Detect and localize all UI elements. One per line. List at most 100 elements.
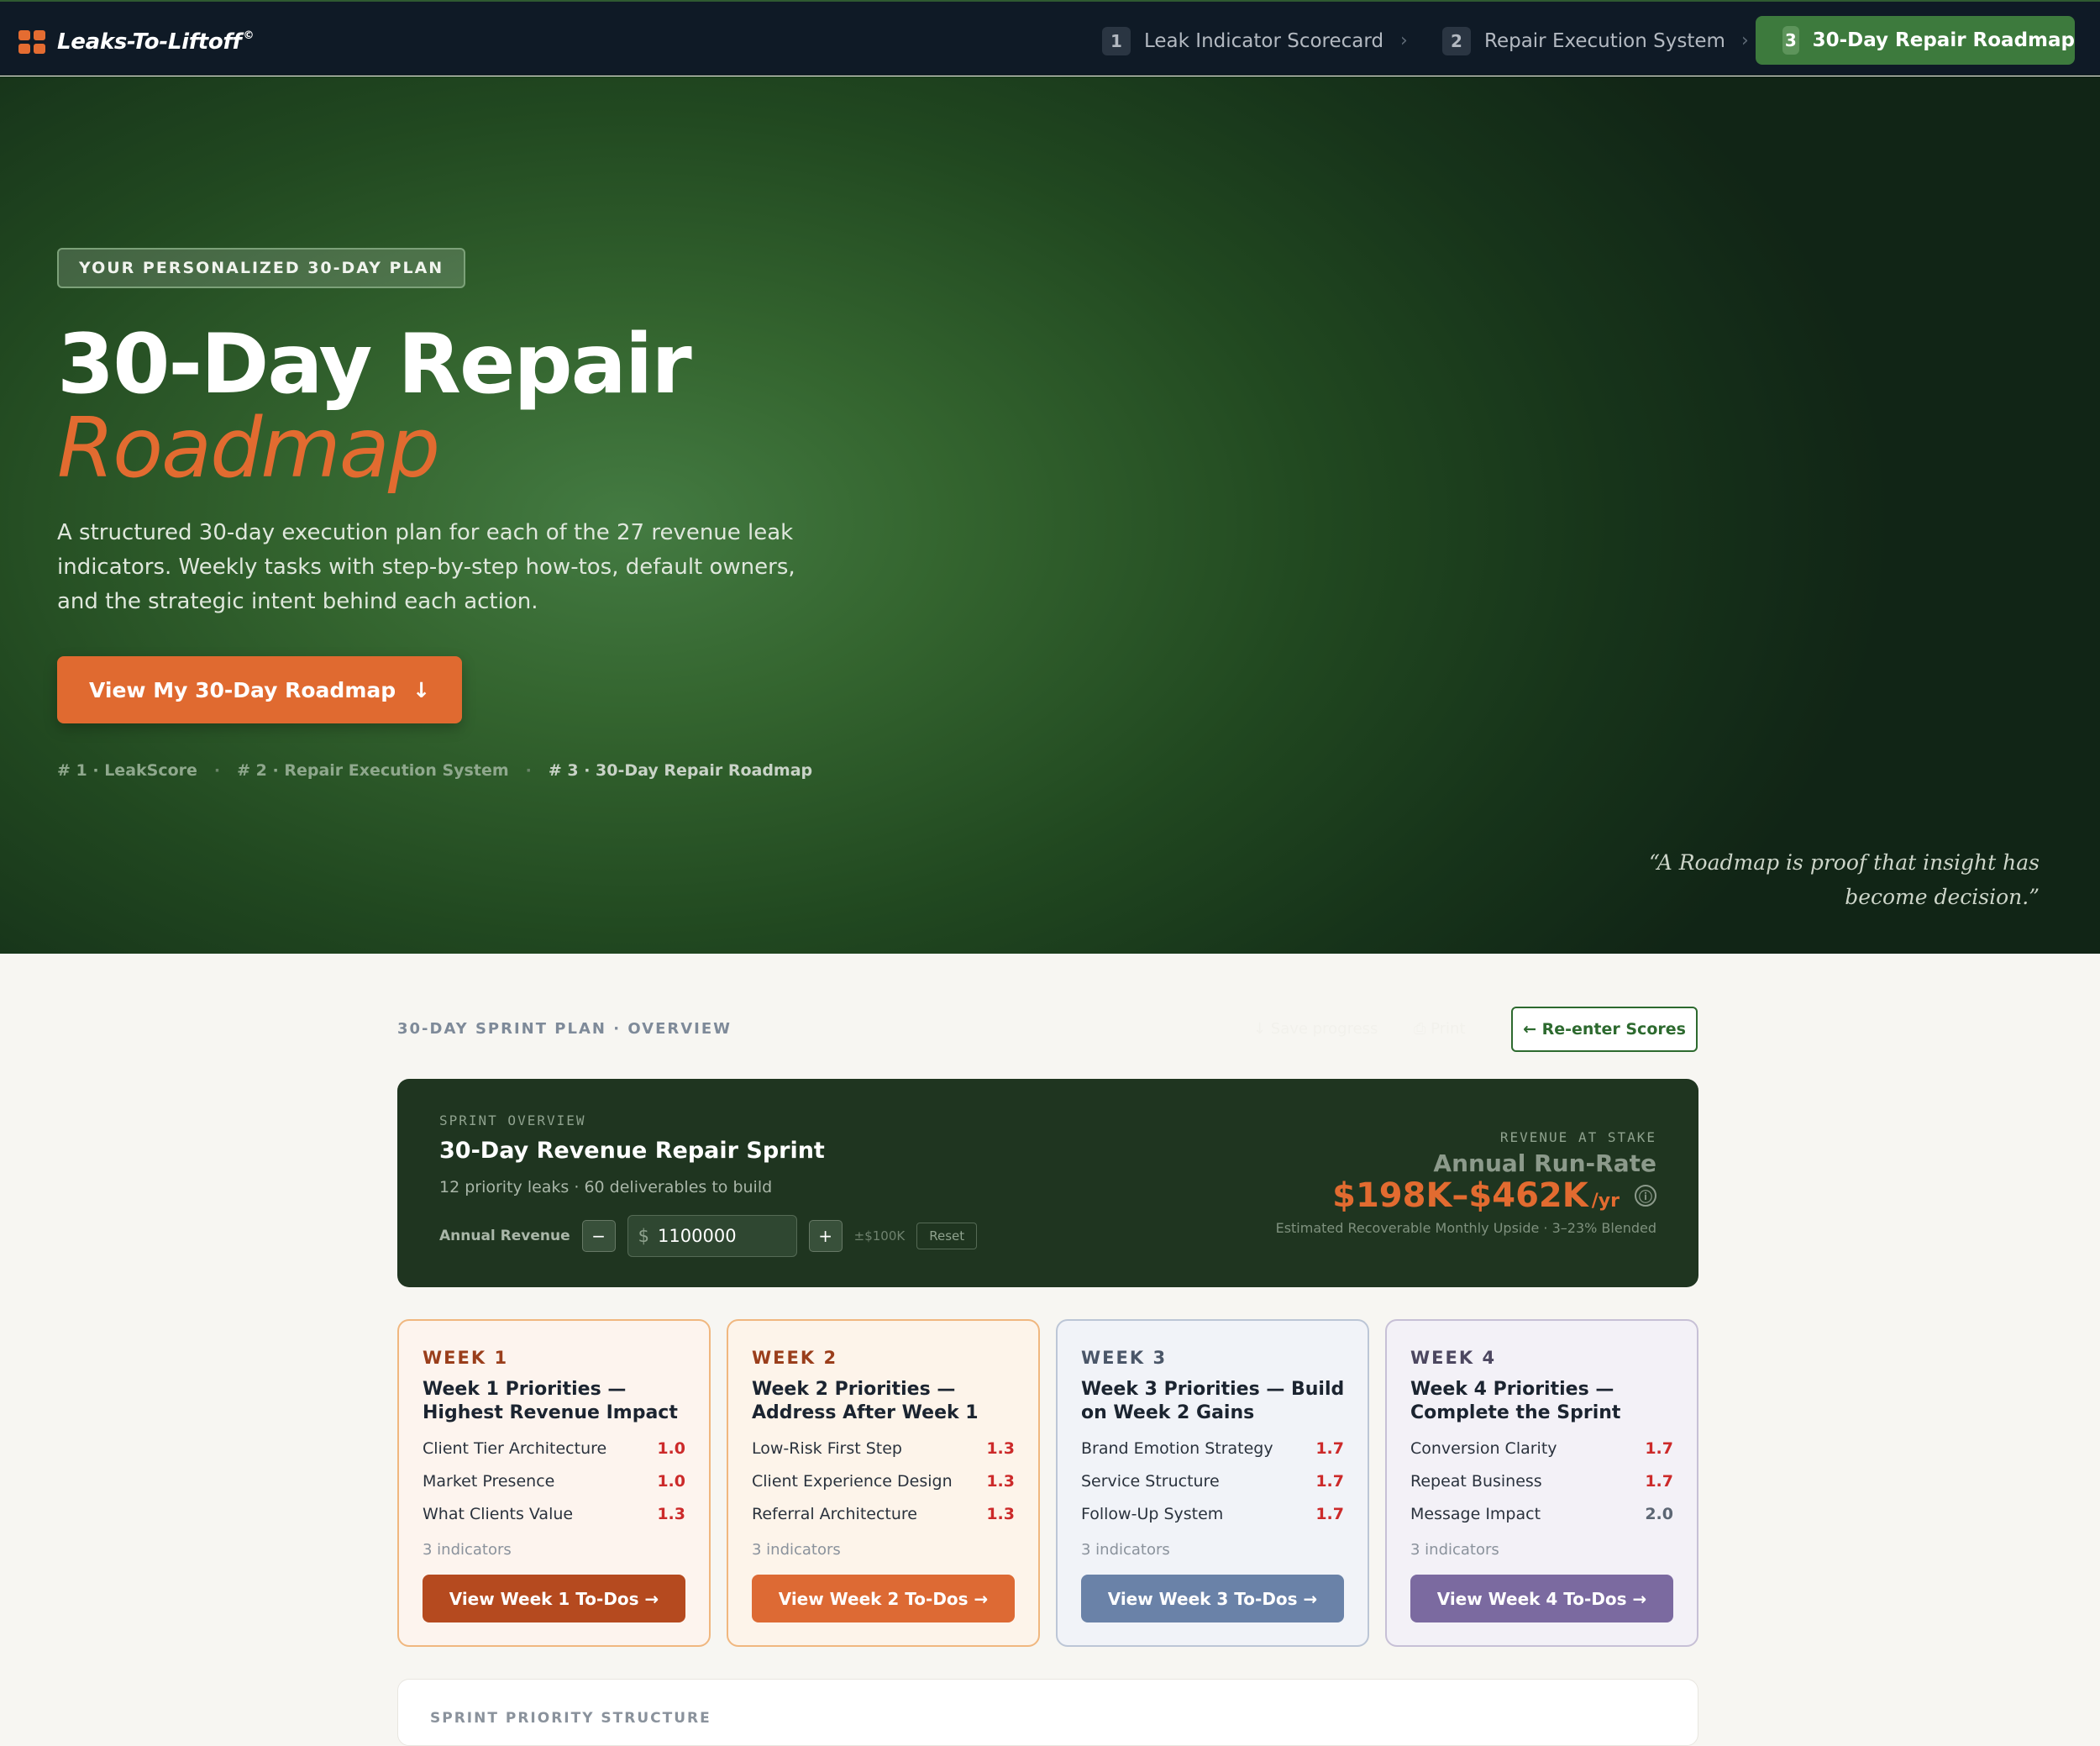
- hero-description: A structured 30-day execution plan for e…: [57, 520, 795, 614]
- week-3-card: WEEK 3 Week 3 Priorities — Build on Week…: [1056, 1319, 1369, 1647]
- indicator-row: Brand Emotion Strategy 1.7: [1081, 1432, 1344, 1465]
- indicator-score: 1.7: [1315, 1504, 1344, 1523]
- indicator-name: Service Structure: [1081, 1471, 1220, 1491]
- indicator-list: Client Tier Architecture 1.0 Market Prese…: [423, 1432, 685, 1530]
- indicator-name: Referral Architecture: [752, 1504, 917, 1523]
- view-roadmap-button[interactable]: View My 30-Day Roadmap ↓: [57, 656, 463, 723]
- arrow-down-icon: ↓: [412, 677, 431, 702]
- indicator-list: Low-Risk First Step 1.3 Client Experience…: [752, 1432, 1015, 1530]
- nav-step-repair-system[interactable]: 2 Repair Execution System: [1442, 20, 1725, 62]
- revenue-label: Annual Revenue: [439, 1228, 570, 1244]
- week-title: Week 2 Priorities — Address After Week 1: [752, 1379, 979, 1423]
- decrement-revenue-button[interactable]: −: [581, 1220, 616, 1252]
- indicator-score: 1.3: [986, 1504, 1015, 1523]
- week-label: WEEK 3: [1081, 1348, 1168, 1368]
- indicator-row: Client Experience Design 1.3: [752, 1465, 1015, 1497]
- annual-revenue-input[interactable]: $ 1100000: [627, 1215, 797, 1257]
- increment-revenue-button[interactable]: +: [808, 1220, 843, 1252]
- chevron-right-icon: ›: [1400, 30, 1408, 51]
- revenue-at-stake-value: $198K–$462K /yr ⓘ: [1332, 1176, 1656, 1215]
- indicator-name: Client Tier Architecture: [423, 1438, 607, 1458]
- step-number: 2: [1442, 27, 1471, 55]
- chevron-right-icon: ›: [1741, 30, 1749, 51]
- save-progress-link[interactable]: ↓ Save progress: [1253, 1020, 1378, 1038]
- indicator-score: 1.3: [657, 1504, 685, 1523]
- indicator-row: Client Tier Architecture 1.0: [423, 1432, 685, 1465]
- indicator-name: Conversion Clarity: [1410, 1438, 1557, 1458]
- indicator-name: Repeat Business: [1410, 1471, 1542, 1491]
- revenue-value: 1100000: [658, 1226, 737, 1246]
- week-2-card: WEEK 2 Week 2 Priorities — Address After…: [727, 1319, 1040, 1647]
- reset-button[interactable]: Reset: [916, 1223, 978, 1249]
- indicator-name: Brand Emotion Strategy: [1081, 1438, 1273, 1458]
- indicator-count: 3 indicators: [423, 1541, 512, 1559]
- breadcrumb-item-roadmap: # 3 · 30-Day Repair Roadmap: [548, 761, 813, 780]
- brand-logo-icon: [18, 30, 45, 54]
- step-label: 30-Day Repair Roadmap: [1812, 29, 2075, 51]
- revenue-range: $198K–$462K: [1332, 1176, 1588, 1215]
- indicator-row: Low-Risk First Step 1.3: [752, 1432, 1015, 1465]
- indicator-name: Client Experience Design: [752, 1471, 953, 1491]
- top-nav: Leaks-To-Liftoff © 1 Leak Indicator Score…: [0, 0, 2100, 76]
- indicator-score: 1.7: [1645, 1471, 1673, 1491]
- sprint-overview-card: SPRINT OVERVIEW 30-Day Revenue Repair Sp…: [397, 1079, 1698, 1287]
- indicator-score: 1.7: [1645, 1438, 1673, 1458]
- hero-title-accent: Roadmap: [57, 401, 440, 497]
- sprint-priority-structure-card: SPRINT PRIORITY STRUCTURE: [397, 1679, 1698, 1746]
- button-label: View My 30-Day Roadmap: [89, 677, 396, 702]
- breadcrumb-item-repair-system[interactable]: # 2 · Repair Execution System: [237, 761, 508, 780]
- indicator-count: 3 indicators: [752, 1541, 841, 1559]
- indicator-score: 1.7: [1315, 1471, 1344, 1491]
- breadcrumb-separator: ·: [525, 761, 532, 780]
- indicator-name: Market Presence: [423, 1471, 555, 1491]
- sprint-title: 30-Day Revenue Repair Sprint: [439, 1138, 825, 1164]
- indicator-score: 1.0: [657, 1438, 685, 1458]
- breadcrumb: # 1 · LeakScore · # 2 · Repair Execution…: [57, 761, 812, 780]
- per-year-unit: /yr: [1591, 1191, 1620, 1212]
- indicator-score: 1.3: [986, 1438, 1015, 1458]
- hero: YOUR PERSONALIZED 30-DAY PLAN 30-Day Rep…: [0, 76, 2100, 954]
- indicator-list: Conversion Clarity 1.7 Repeat Business 1.7…: [1410, 1432, 1673, 1530]
- indicator-list: Brand Emotion Strategy 1.7 Service Struct…: [1081, 1432, 1344, 1530]
- indicator-score: 1.0: [657, 1471, 685, 1491]
- run-rate-label: Annual Run-Rate: [1433, 1149, 1656, 1177]
- week-4-card: WEEK 4 Week 4 Priorities — Complete the …: [1385, 1319, 1698, 1647]
- week-label: WEEK 1: [423, 1348, 509, 1368]
- indicator-name: Follow-Up System: [1081, 1504, 1224, 1523]
- indicator-row: Repeat Business 1.7: [1410, 1465, 1673, 1497]
- week-1-card: WEEK 1 Week 1 Priorities — Highest Reven…: [397, 1319, 711, 1647]
- indicator-name: What Clients Value: [423, 1504, 574, 1523]
- nav-step-roadmap-active[interactable]: 3 30-Day Repair Roadmap: [1756, 16, 2075, 65]
- indicator-name: Low-Risk First Step: [752, 1438, 902, 1458]
- view-week-3-todos-button[interactable]: View Week 3 To-Dos →: [1081, 1575, 1344, 1622]
- breadcrumb-separator: ·: [213, 761, 221, 780]
- indicator-row: Referral Architecture 1.3: [752, 1497, 1015, 1530]
- brand[interactable]: Leaks-To-Liftoff ©: [18, 29, 254, 55]
- week-label: WEEK 2: [752, 1348, 838, 1368]
- reenter-scores-button[interactable]: ← Re-enter Scores: [1511, 1007, 1698, 1052]
- breadcrumb-item-leakscore[interactable]: # 1 · LeakScore: [57, 761, 197, 780]
- hero-title: 30-Day Repair: [57, 317, 692, 413]
- step-number: 3: [1782, 26, 1799, 55]
- view-week-1-todos-button[interactable]: View Week 1 To-Dos →: [423, 1575, 685, 1622]
- step-number: 1: [1102, 27, 1131, 55]
- print-link[interactable]: ⎙ Print: [1414, 1020, 1466, 1038]
- view-week-4-todos-button[interactable]: View Week 4 To-Dos →: [1410, 1575, 1673, 1622]
- week-title: Week 3 Priorities — Build on Week 2 Gain…: [1081, 1379, 1345, 1423]
- step-label: Repair Execution System: [1484, 30, 1725, 52]
- week-title: Week 4 Priorities — Complete the Sprint: [1410, 1379, 1621, 1423]
- step-label: Leak Indicator Scorecard: [1144, 30, 1384, 52]
- indicator-name: Message Impact: [1410, 1504, 1541, 1523]
- view-week-2-todos-button[interactable]: View Week 2 To-Dos →: [752, 1575, 1015, 1622]
- hero-quote: “A Roadmap is proof that insight has bec…: [1649, 850, 2040, 909]
- upside-note: Estimated Recoverable Monthly Upside · 3…: [1275, 1220, 1656, 1236]
- revenue-controls: Annual Revenue − $ 1100000 + ±$100K Rese…: [439, 1215, 978, 1257]
- nav-step-scorecard[interactable]: 1 Leak Indicator Scorecard: [1102, 20, 1383, 62]
- info-icon[interactable]: ⓘ: [1635, 1185, 1656, 1207]
- brand-name: Leaks-To-Liftoff ©: [57, 29, 255, 55]
- indicator-row: Follow-Up System 1.7: [1081, 1497, 1344, 1530]
- indicator-score: 1.3: [986, 1471, 1015, 1491]
- currency-symbol: $: [638, 1226, 650, 1246]
- week-title: Week 1 Priorities — Highest Revenue Impa…: [423, 1379, 678, 1423]
- indicator-row: Message Impact 2.0: [1410, 1497, 1673, 1530]
